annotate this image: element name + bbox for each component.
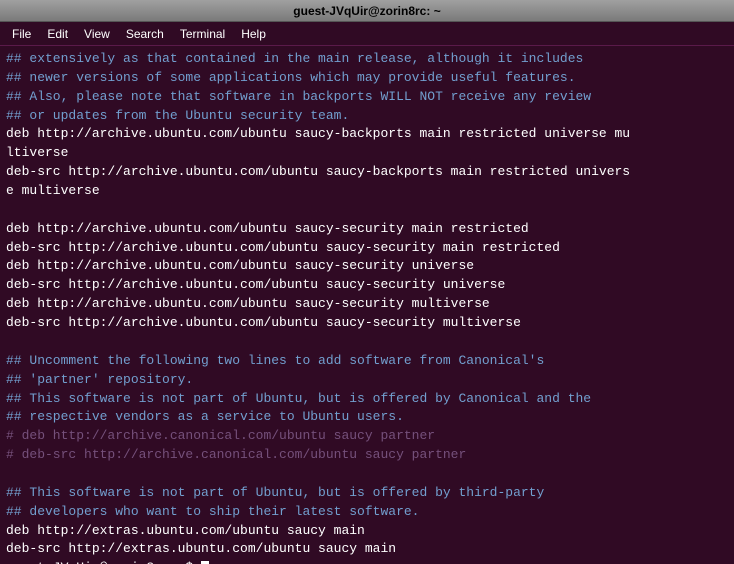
terminal-prompt: guest-JVqUir@zorin8rc:~$ [6, 560, 201, 564]
terminal-prompt-line: guest-JVqUir@zorin8rc:~$ [6, 559, 728, 564]
menu-item-search[interactable]: Search [118, 25, 172, 43]
menu-item-edit[interactable]: Edit [39, 25, 76, 43]
terminal-line: deb http://archive.ubuntu.com/ubuntu sau… [6, 220, 728, 239]
terminal-line: deb-src http://extras.ubuntu.com/ubuntu … [6, 540, 728, 559]
terminal-line: # deb http://archive.canonical.com/ubunt… [6, 427, 728, 446]
terminal-line: deb-src http://archive.ubuntu.com/ubuntu… [6, 276, 728, 295]
terminal-line: deb http://archive.ubuntu.com/ubuntu sau… [6, 125, 728, 144]
terminal-line: ## extensively as that contained in the … [6, 50, 728, 69]
terminal-line [6, 333, 728, 352]
terminal-line: ## or updates from the Ubuntu security t… [6, 107, 728, 126]
terminal-line: ## developers who want to ship their lat… [6, 503, 728, 522]
menu-item-file[interactable]: File [4, 25, 39, 43]
terminal-line: deb-src http://archive.ubuntu.com/ubuntu… [6, 163, 728, 182]
terminal-line: ## 'partner' repository. [6, 371, 728, 390]
terminal-line: e multiverse [6, 182, 728, 201]
terminal-line: ## Also, please note that software in ba… [6, 88, 728, 107]
title-bar-text: guest-JVqUir@zorin8rc: ~ [293, 4, 440, 18]
menu-bar: FileEditViewSearchTerminalHelp [0, 22, 734, 46]
terminal-content[interactable]: ## extensively as that contained in the … [0, 46, 734, 564]
terminal-line: ## This software is not part of Ubuntu, … [6, 484, 728, 503]
terminal-line [6, 201, 728, 220]
terminal-line: ## This software is not part of Ubuntu, … [6, 390, 728, 409]
title-bar: guest-JVqUir@zorin8rc: ~ [0, 0, 734, 22]
terminal-line: ## respective vendors as a service to Ub… [6, 408, 728, 427]
terminal-line: deb http://archive.ubuntu.com/ubuntu sau… [6, 257, 728, 276]
terminal-line: deb-src http://archive.ubuntu.com/ubuntu… [6, 314, 728, 333]
terminal-line: deb-src http://archive.ubuntu.com/ubuntu… [6, 239, 728, 258]
terminal-line: # deb-src http://archive.canonical.com/u… [6, 446, 728, 465]
menu-item-view[interactable]: View [76, 25, 118, 43]
menu-item-terminal[interactable]: Terminal [172, 25, 233, 43]
terminal-line: ## Uncomment the following two lines to … [6, 352, 728, 371]
terminal-line: ## newer versions of some applications w… [6, 69, 728, 88]
menu-item-help[interactable]: Help [233, 25, 274, 43]
terminal-line: deb http://archive.ubuntu.com/ubuntu sau… [6, 295, 728, 314]
terminal-line [6, 465, 728, 484]
terminal-line: ltiverse [6, 144, 728, 163]
terminal-line: deb http://extras.ubuntu.com/ubuntu sauc… [6, 522, 728, 541]
